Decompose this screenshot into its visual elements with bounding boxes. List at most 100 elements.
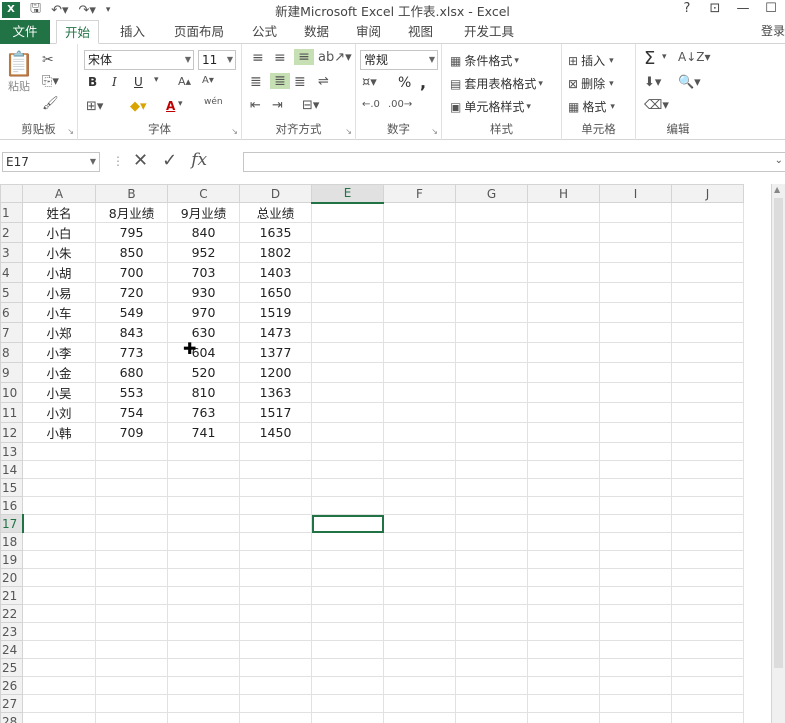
cell-b28[interactable] — [95, 712, 168, 723]
cell-h12[interactable] — [527, 422, 600, 443]
cell-j25[interactable] — [671, 658, 744, 677]
cell-j23[interactable] — [671, 622, 744, 641]
tab-review[interactable]: 审阅 — [348, 20, 389, 44]
cell-b11[interactable]: 754 — [95, 402, 168, 423]
tab-file[interactable]: 文件 — [0, 20, 50, 44]
cell-j16[interactable] — [671, 496, 744, 515]
align-right-icon[interactable]: ≣ — [294, 74, 306, 90]
cell-f8[interactable] — [383, 342, 456, 363]
cell-e5[interactable] — [311, 282, 384, 303]
cell-g7[interactable] — [455, 322, 528, 343]
cell-b7[interactable]: 843 — [95, 322, 168, 343]
cell-d9[interactable]: 1200 — [239, 362, 312, 383]
cell-a15[interactable] — [22, 478, 96, 497]
cell-i4[interactable] — [599, 262, 672, 283]
cell-b4[interactable]: 700 — [95, 262, 168, 283]
cell-g27[interactable] — [455, 694, 528, 713]
cell-e3[interactable] — [311, 242, 384, 263]
cell-f10[interactable] — [383, 382, 456, 403]
fill-icon[interactable]: ⬇▾ — [644, 75, 661, 90]
cell-a23[interactable] — [22, 622, 96, 641]
cell-h20[interactable] — [527, 568, 600, 587]
row-header[interactable]: 15 — [0, 478, 23, 497]
cell-j11[interactable] — [671, 402, 744, 423]
row-header[interactable]: 27 — [0, 694, 23, 713]
cell-f21[interactable] — [383, 586, 456, 605]
cell-d1[interactable]: 总业绩 — [239, 202, 312, 223]
row-header[interactable]: 5 — [0, 282, 23, 303]
cell-d25[interactable] — [239, 658, 312, 677]
align-center-icon[interactable]: ≣ — [270, 73, 290, 89]
cell-c27[interactable] — [167, 694, 240, 713]
cell-h13[interactable] — [527, 442, 600, 461]
cell-e1[interactable] — [311, 202, 384, 223]
cell-a20[interactable] — [22, 568, 96, 587]
maximize-button[interactable]: ☐ — [757, 0, 785, 20]
number-launcher-icon[interactable]: ↘ — [431, 127, 438, 136]
cell-a4[interactable]: 小胡 — [22, 262, 96, 283]
cell-h16[interactable] — [527, 496, 600, 515]
column-header-a[interactable]: A — [22, 184, 96, 203]
cell-g11[interactable] — [455, 402, 528, 423]
cell-i26[interactable] — [599, 676, 672, 695]
cell-i7[interactable] — [599, 322, 672, 343]
cell-h9[interactable] — [527, 362, 600, 383]
row-header[interactable]: 17 — [0, 514, 24, 533]
cell-i20[interactable] — [599, 568, 672, 587]
cell-f17[interactable] — [383, 514, 456, 533]
cell-f2[interactable] — [383, 222, 456, 243]
cell-c12[interactable]: 741 — [167, 422, 240, 443]
column-header-b[interactable]: B — [95, 184, 168, 203]
alignment-launcher-icon[interactable]: ↘ — [345, 127, 352, 136]
decrease-decimal-icon[interactable]: .00→ — [388, 99, 412, 110]
cell-e18[interactable] — [311, 532, 384, 551]
cell-g17[interactable] — [455, 514, 528, 533]
cell-j9[interactable] — [671, 362, 744, 383]
cell-a26[interactable] — [22, 676, 96, 695]
cell-d5[interactable]: 1650 — [239, 282, 312, 303]
cell-a2[interactable]: 小白 — [22, 222, 96, 243]
cell-b10[interactable]: 553 — [95, 382, 168, 403]
cell-g24[interactable] — [455, 640, 528, 659]
insert-function-button[interactable]: fx — [191, 150, 207, 171]
cell-h14[interactable] — [527, 460, 600, 479]
cell-e21[interactable] — [311, 586, 384, 605]
cell-f15[interactable] — [383, 478, 456, 497]
cell-h3[interactable] — [527, 242, 600, 263]
cell-h22[interactable] — [527, 604, 600, 623]
cell-b26[interactable] — [95, 676, 168, 695]
conditional-format-button[interactable]: ▦ 条件格式 ▾ — [450, 52, 519, 69]
cell-j17[interactable] — [671, 514, 744, 533]
cell-a13[interactable] — [22, 442, 96, 461]
cell-a10[interactable]: 小吴 — [22, 382, 96, 403]
cell-d12[interactable]: 1450 — [239, 422, 312, 443]
cell-h25[interactable] — [527, 658, 600, 677]
cell-g22[interactable] — [455, 604, 528, 623]
cell-f18[interactable] — [383, 532, 456, 551]
cell-f27[interactable] — [383, 694, 456, 713]
increase-decimal-icon[interactable]: ←.0 — [362, 99, 380, 110]
cell-g10[interactable] — [455, 382, 528, 403]
row-header[interactable]: 19 — [0, 550, 23, 569]
cell-b22[interactable] — [95, 604, 168, 623]
cell-d10[interactable]: 1363 — [239, 382, 312, 403]
percent-button[interactable]: % — [398, 75, 411, 91]
cell-i13[interactable] — [599, 442, 672, 461]
cell-b18[interactable] — [95, 532, 168, 551]
cell-b14[interactable] — [95, 460, 168, 479]
cell-h10[interactable] — [527, 382, 600, 403]
find-select-icon[interactable]: 🔍▾ — [678, 75, 701, 90]
cell-a3[interactable]: 小朱 — [22, 242, 96, 263]
cell-g26[interactable] — [455, 676, 528, 695]
row-header[interactable]: 18 — [0, 532, 23, 551]
cell-a7[interactable]: 小郑 — [22, 322, 96, 343]
cell-h4[interactable] — [527, 262, 600, 283]
cell-j20[interactable] — [671, 568, 744, 587]
currency-icon[interactable]: ¤▾ — [362, 75, 377, 90]
row-header[interactable]: 24 — [0, 640, 23, 659]
cell-f5[interactable] — [383, 282, 456, 303]
expand-formula-icon[interactable]: ⌄ — [775, 155, 783, 166]
row-header[interactable]: 4 — [0, 262, 23, 283]
cell-e19[interactable] — [311, 550, 384, 569]
cell-e9[interactable] — [311, 362, 384, 383]
